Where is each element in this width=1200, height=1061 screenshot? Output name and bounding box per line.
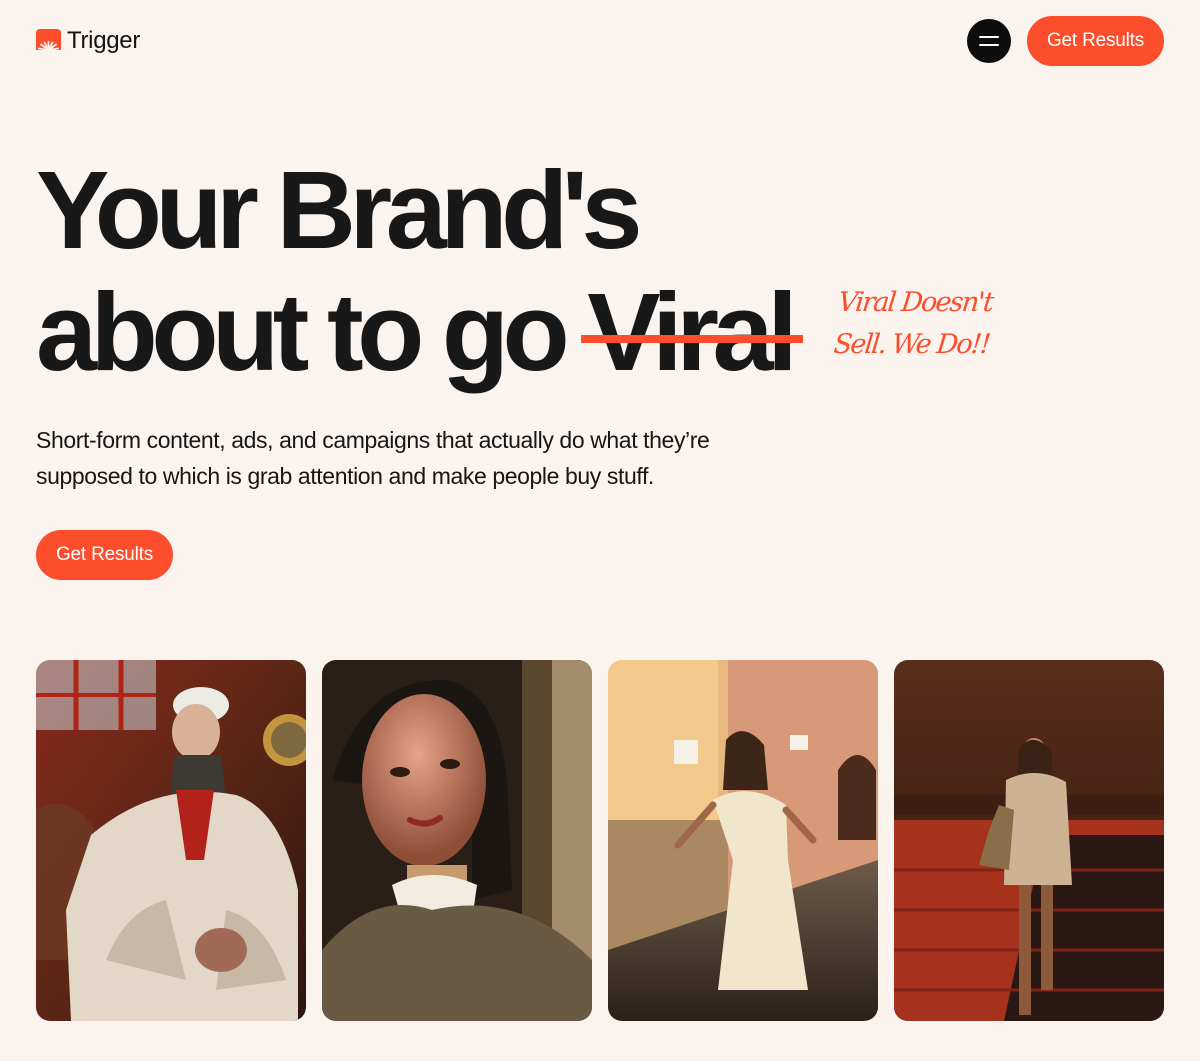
- photo-woman-portrait-image: [322, 660, 592, 1021]
- struck-viral-word: Viral: [581, 271, 804, 394]
- photo-man-in-suit-image: [36, 660, 306, 1021]
- menu-bar-bottom: [979, 44, 999, 46]
- gallery-photo-man-in-suit: [36, 660, 306, 1021]
- brand-name: Trigger: [67, 27, 141, 54]
- gallery-photo-woman-street: [608, 660, 878, 1021]
- photo-woman-stairs-image: [894, 660, 1164, 1021]
- brand-logo[interactable]: Trigger: [36, 26, 140, 56]
- hero-get-results-button[interactable]: Get Results: [36, 530, 173, 580]
- gallery-photo-woman-portrait: [322, 660, 592, 1021]
- hamburger-menu-icon[interactable]: [967, 19, 1011, 63]
- landing-page: Trigger Get Results Your Brand's about t…: [0, 0, 1200, 1061]
- hero-subtext: Short-form content, ads, and campaigns t…: [36, 427, 710, 489]
- sunburst-logo-icon: [36, 28, 61, 54]
- handwritten-note: Viral Doesn't Sell. We Do!!: [832, 282, 996, 366]
- note-line-1: Viral Doesn't: [836, 287, 994, 318]
- headline-line-1: Your Brand's: [36, 149, 643, 272]
- note-line-2: Sell. We Do!!: [832, 329, 991, 360]
- hero-headline: Your Brand's about to go Viral: [36, 149, 804, 394]
- headline-line-2-prefix: about to go: [36, 271, 588, 394]
- gallery-photo-woman-stairs: [894, 660, 1164, 1021]
- photo-gallery: [36, 660, 1164, 1021]
- headline-line-2: about to go Viral: [36, 271, 804, 394]
- header-get-results-button[interactable]: Get Results: [1027, 16, 1164, 66]
- menu-bar-top: [979, 36, 999, 38]
- photo-woman-street-image: [608, 660, 878, 1021]
